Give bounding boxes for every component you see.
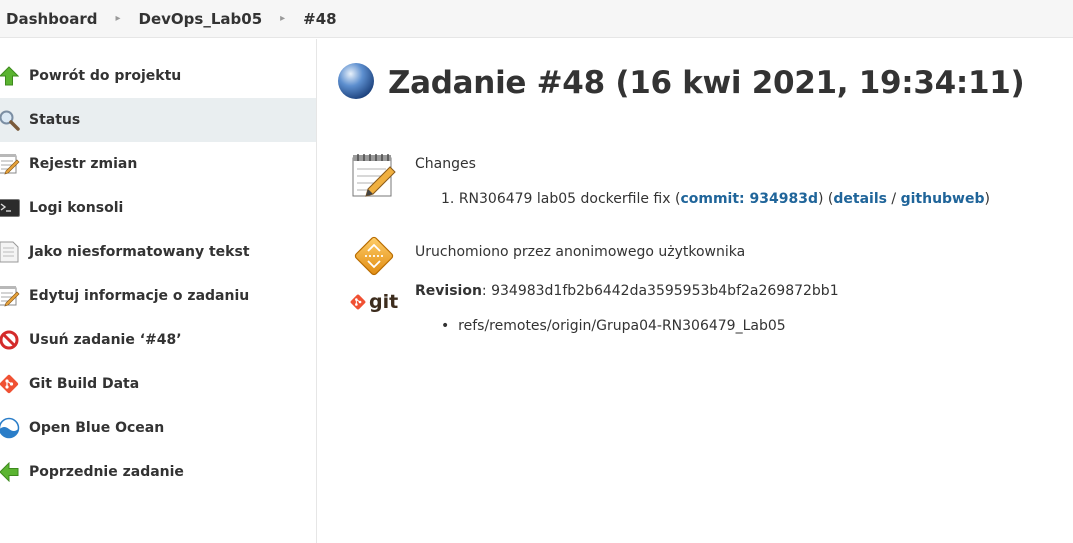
sidebar-item-status[interactable]: Status (0, 98, 316, 142)
bullet: • (441, 318, 459, 334)
sidebar-item-console-log[interactable]: Logi konsoli (0, 186, 316, 230)
notepad-edit-icon (0, 285, 20, 307)
revision-line: Revision: 934983d1fb2b6442da3595953b4bf2… (415, 283, 839, 299)
sidebar-item-delete-build[interactable]: Usuń zadanie ‘#48’ (0, 318, 316, 362)
sidebar-item-edit-build-info[interactable]: Edytuj informacje o zadaniu (0, 274, 316, 318)
search-icon (0, 109, 20, 131)
build-cause-text: Uruchomiono przez anonimowego użytkownik… (415, 244, 746, 260)
sidebar-item-changes[interactable]: Rejestr zmian (0, 142, 316, 186)
paren-close: ) (817, 191, 824, 207)
sidebar-item-git-build-data[interactable]: Git Build Data (0, 362, 316, 406)
changes-icon (350, 152, 398, 204)
blue-ball-icon (337, 62, 375, 104)
breadcrumb-separator-icon[interactable]: ▸ (115, 13, 120, 24)
sidebar-item-previous-build[interactable]: Poprzednie zadanie (0, 450, 316, 494)
sidebar-item-label: Powrót do projektu (29, 68, 182, 84)
paren-close: ) (984, 191, 990, 207)
up-arrow-icon (0, 65, 20, 87)
user-cause-icon (351, 233, 397, 283)
sidebar-item-label: Edytuj informacje o zadaniu (29, 288, 250, 304)
sidebar-item-blue-ocean[interactable]: Open Blue Ocean (0, 406, 316, 450)
main-panel: Zadanie #48 (16 kwi 2021, 19:34:11) Chan… (317, 39, 1073, 543)
sidebar-item-label: Jako niesformatowany tekst (29, 244, 250, 260)
no-entry-icon (0, 329, 20, 351)
breadcrumb-build[interactable]: #48 (303, 10, 336, 28)
breadcrumb-separator-icon[interactable]: ▸ (280, 13, 285, 24)
slash-separator: / (891, 191, 897, 207)
sidebar-item-plain-text[interactable]: Jako niesformatowany tekst (0, 230, 316, 274)
branch-list-item: • refs/remotes/origin/Grupa04-RN306479_L… (441, 318, 786, 334)
details-link[interactable]: details (833, 191, 887, 207)
breadcrumb-dashboard[interactable]: Dashboard (6, 10, 97, 28)
notepad-icon (0, 153, 20, 175)
sidebar-item-back-to-project[interactable]: Powrót do projektu (0, 54, 316, 98)
sidebar-item-label: Logi konsoli (29, 200, 124, 216)
build-title-row: Zadanie #48 (16 kwi 2021, 19:34:11) (337, 62, 1025, 104)
blue-ocean-icon (0, 417, 20, 439)
page-title: Zadanie #48 (16 kwi 2021, 19:34:11) (388, 65, 1025, 101)
revision-colon: : (481, 283, 492, 299)
sidebar-item-label: Rejestr zmian (29, 156, 138, 172)
change-message: RN306479 lab05 dockerfile fix (458, 191, 671, 207)
git-icon (0, 373, 20, 395)
breadcrumb-project[interactable]: DevOps_Lab05 (139, 10, 263, 28)
changes-heading: Changes (415, 156, 476, 172)
terminal-icon (0, 197, 20, 219)
change-number: 1. (441, 191, 455, 207)
git-logo: git (349, 291, 399, 313)
commit-link[interactable]: commit: 934983d (680, 191, 818, 207)
branch-name: refs/remotes/origin/Grupa04-RN306479_Lab… (458, 318, 786, 334)
sidebar-item-label: Poprzednie zadanie (29, 464, 184, 480)
githubweb-link[interactable]: githubweb (901, 191, 985, 207)
change-list-item: 1. RN306479 lab05 dockerfile fix (commit… (441, 191, 990, 207)
sidebar-item-label: Status (29, 112, 81, 128)
revision-label: Revision (415, 283, 482, 299)
left-arrow-icon (0, 461, 20, 483)
sidebar-item-label: Git Build Data (29, 376, 140, 392)
document-icon (0, 241, 20, 263)
breadcrumb: Dashboard ▸ DevOps_Lab05 ▸ #48 (0, 0, 1073, 38)
sidebar-item-label: Usuń zadanie ‘#48’ (29, 332, 182, 348)
git-logo-text: git (369, 291, 399, 313)
revision-hash: 934983d1fb2b6442da3595953b4bf2a269872bb1 (491, 283, 839, 299)
sidebar: Powrót do projektu Status Rejestr zmian … (0, 39, 317, 543)
sidebar-item-label: Open Blue Ocean (29, 420, 165, 436)
